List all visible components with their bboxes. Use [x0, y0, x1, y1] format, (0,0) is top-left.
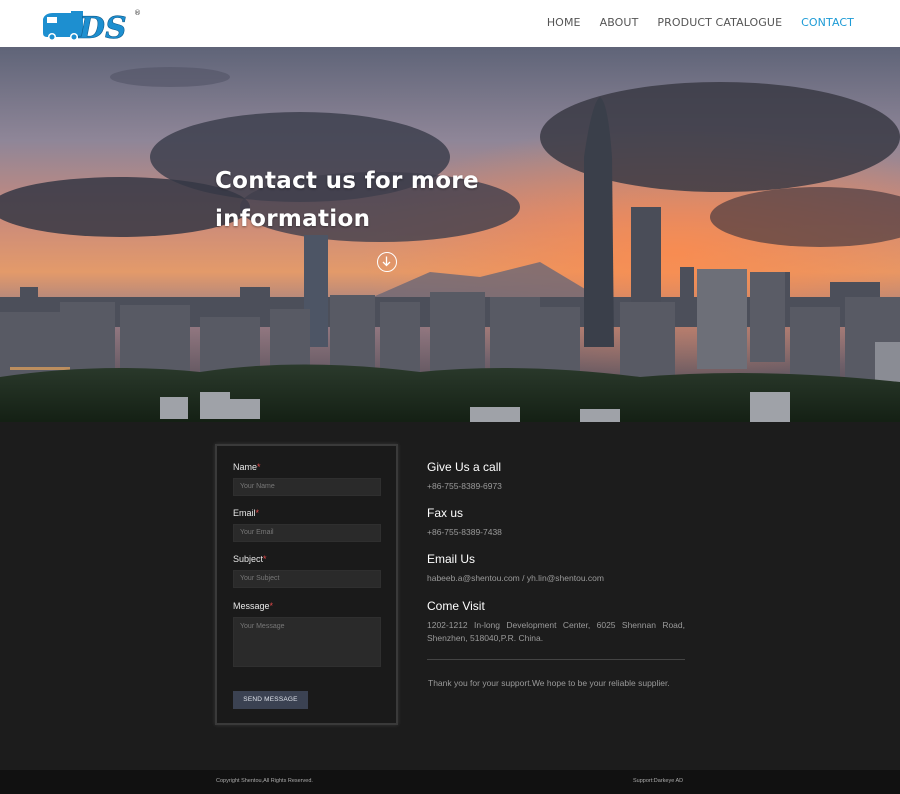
name-field[interactable]: Your Name [233, 478, 381, 496]
fax-value: +86-755-8389-7438 [427, 527, 502, 537]
call-title: Give Us a call [427, 460, 502, 474]
logo-text: DS [78, 11, 127, 43]
divider [427, 659, 685, 660]
copyright-text: Copyright Shentou,All Rights Reserved. [216, 778, 313, 784]
support-text[interactable]: Support:Darkeye AD [633, 778, 683, 784]
hero-title-line2: information [215, 206, 371, 232]
hero-title-line1: Contact us for more [215, 168, 479, 194]
email-title: Email Us [427, 552, 476, 566]
fax-title: Fax us [427, 506, 464, 520]
nav-contact[interactable]: CONTACT [801, 16, 854, 29]
site-header: DS ® HOME ABOUT PRODUCT CATALOGUE CONTAC… [0, 0, 900, 47]
message-label: Message* [233, 601, 274, 611]
call-value: +86-755-8389-6973 [427, 481, 502, 491]
name-label: Name* [233, 462, 261, 472]
message-field[interactable]: Your Message [233, 617, 381, 667]
fax-info: Fax us +86-755-8389-7438 [427, 506, 685, 539]
nav-about[interactable]: ABOUT [600, 16, 639, 29]
call-info: Give Us a call +86-755-8389-6973 [427, 460, 685, 493]
contact-form: Name* Your Name Email* Your Email Subjec… [215, 444, 398, 725]
email-info: Email Us habeeb.a@shentou.com / yh.lin@s… [427, 552, 685, 585]
email-field[interactable]: Your Email [233, 524, 381, 542]
hero-banner: Contact us for more information [0, 47, 900, 422]
brand-logo[interactable]: DS ® [41, 5, 141, 46]
site-footer: Copyright Shentou,All Rights Reserved. S… [0, 770, 900, 794]
hero-title: Contact us for more information [215, 162, 515, 238]
visit-value: 1202-1212 In-long Development Center, 60… [427, 620, 685, 643]
arrow-down-circle-icon[interactable] [377, 252, 397, 272]
subject-label: Subject* [233, 554, 267, 564]
contact-section: Name* Your Name Email* Your Email Subjec… [0, 422, 900, 770]
email-label: Email* [233, 508, 260, 518]
main-nav: HOME ABOUT PRODUCT CATALOGUE CONTACT [528, 16, 854, 29]
send-message-button[interactable]: SEND MESSAGE [233, 691, 308, 709]
email-value[interactable]: habeeb.a@shentou.com / yh.lin@shentou.co… [427, 572, 685, 585]
visit-info: Come Visit 1202-1212 In-long Development… [427, 599, 685, 645]
subject-field[interactable]: Your Subject [233, 570, 381, 588]
nav-home[interactable]: HOME [547, 16, 581, 29]
thanks-text: Thank you for your support.We hope to be… [428, 678, 670, 688]
svg-text:®: ® [134, 9, 141, 17]
visit-title: Come Visit [427, 599, 485, 613]
nav-product-catalogue[interactable]: PRODUCT CATALOGUE [657, 16, 782, 29]
